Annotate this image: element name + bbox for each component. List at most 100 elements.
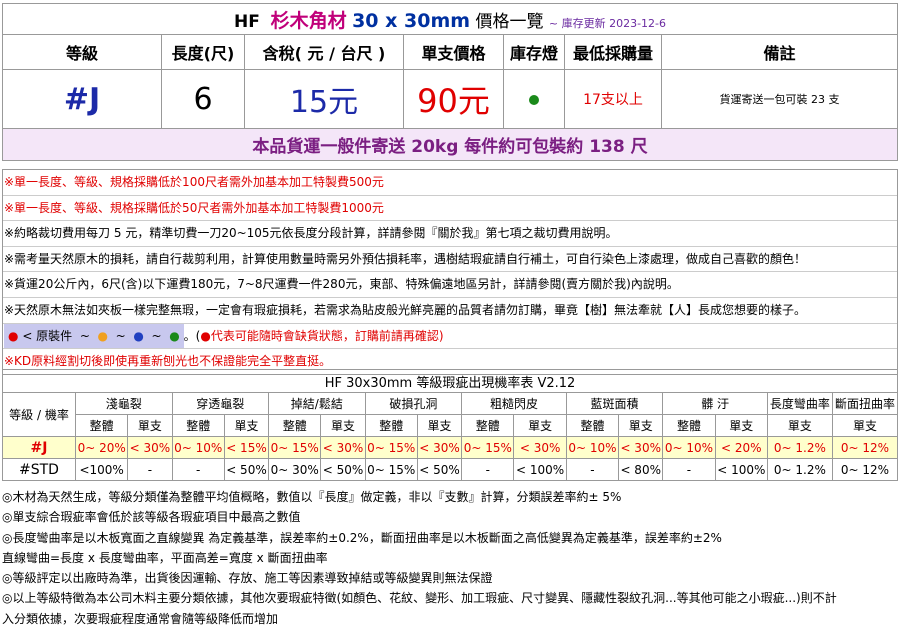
table-cell: 0~ 10%	[662, 436, 716, 459]
title-suffix: 價格一覽	[475, 11, 544, 32]
sub-header: 整體	[461, 414, 515, 437]
table-cell: 0~ 30%	[268, 458, 322, 481]
shipping-info: 本品貨運一般件寄送 20kg 每件約可包裝約 138 尺	[2, 128, 898, 161]
footnote-4: 直線彎曲=長度 x 長度彎曲率，平面高差=寬度 x 斷面扭曲率	[2, 550, 328, 565]
table-cell: 0~ 12%	[831, 436, 899, 459]
sub-header-row: 整體 單支 整體 單支 整體 單支 整體 單支 整體 單支 整體 單支 整體 單支 單支 單支	[3, 414, 899, 437]
table-cell: < 50%	[416, 458, 463, 481]
table-cell: < 100%	[513, 458, 567, 481]
table-cell: -	[662, 458, 716, 481]
header-price-per-ft: 含稅( 元 / 台尺 )	[244, 34, 404, 70]
header-stock: 庫存燈	[503, 34, 565, 70]
table-cell: < 30%	[618, 436, 664, 459]
footnotes: ◎木材為天然生成，等級分類僅為整體平均值概略，數值以『長度』做定義，非以『支數』…	[2, 487, 898, 629]
stock-legend: ● < 原裝件 ~ ● ~ ● ~ ● 。(●代表可能隨時會缺貨狀態，訂購前請再…	[3, 323, 897, 350]
defect-table-title: HF 30x30mm 等級瑕疵出現機率表 V2.12	[2, 369, 898, 393]
stock-dot-icon	[529, 94, 539, 105]
min-qty-value: 17支以上	[564, 69, 662, 129]
legend-label: < 原裝件	[22, 328, 73, 343]
legend-sep-3: ~	[151, 328, 162, 343]
legend-sep-2: ~	[115, 328, 126, 343]
brand: HF	[234, 11, 260, 32]
price-table: HF 杉木角材 30 x 30mm 價格一覽 ~ 庫存更新 2023-12-6 …	[2, 3, 898, 161]
group-4: 粗糙閃皮	[461, 392, 567, 415]
sub-header: 單支	[831, 414, 899, 437]
header-remark: 備註	[661, 34, 898, 70]
sub-header: 整體	[74, 414, 129, 437]
group-5: 藍斑面積	[565, 392, 664, 415]
footnote-1: ◎木材為天然生成，等級分類僅為整體平均值概略，數值以『長度』做定義，非以『支數』…	[2, 490, 622, 504]
sub-header: 單支	[513, 414, 567, 437]
page: HF 杉木角材 30 x 30mm 價格一覽 ~ 庫存更新 2023-12-6 …	[0, 0, 900, 631]
sub-header: 單支	[618, 414, 664, 437]
green-dot-icon: ●	[169, 328, 180, 343]
legend-swatch: ● < 原裝件 ~ ● ~ ● ~ ●	[4, 323, 184, 348]
table-cell: 0~ 15%	[461, 436, 515, 459]
group-0: 淺龜裂	[75, 392, 173, 415]
footnote-5: ◎等級評定以出廠時為準，出貨後因運輸、存放、施工等因素導致掉結或等級變異則無法保…	[2, 571, 493, 586]
notes-box: ※單一長度、等級、規格採購低於100尺者需外加基本加工特製費500元 ※單一長度…	[2, 169, 898, 375]
row-grade: #J	[2, 436, 76, 459]
note-1: ※單一長度、等級、規格採購低於100尺者需外加基本加工特製費500元	[3, 170, 897, 196]
product-name: 杉木角材	[270, 9, 347, 32]
note-3: ※約略裁切費用每刀 5 元，精準切費一刀20~105元依長度分段計算，詳請參閱『…	[3, 221, 897, 247]
sub-header: 整體	[662, 414, 716, 437]
defect-table: HF 30x30mm 等級瑕疵出現機率表 V2.12 等級 / 機率 淺龜裂 穿…	[2, 369, 899, 481]
table-cell: -	[565, 458, 620, 481]
header-grade: 等級	[2, 34, 162, 70]
table-cell: <100%	[74, 458, 129, 481]
table-cell: -	[461, 458, 515, 481]
note-5: ※貨運20公斤內，6尺(含)以下運費180元，7~8尺運費一件280元，東部、特…	[3, 272, 897, 298]
table-cell: < 15%	[223, 436, 270, 459]
legend-red-icon: ●	[200, 328, 211, 343]
header-length: 長度(尺)	[161, 34, 245, 70]
sub-header: 整體	[364, 414, 418, 437]
header-min-qty: 最低採購量	[564, 34, 662, 70]
table-cell: 0~ 15%	[364, 436, 418, 459]
group-6: 髒 汙	[662, 392, 768, 415]
table-cell: 0~ 1.2%	[766, 458, 833, 481]
table-cell: 0~ 1.2%	[766, 436, 833, 459]
table-cell: < 30%	[513, 436, 567, 459]
table-cell: 0~ 10%	[565, 436, 620, 459]
sub-header: 整體	[565, 414, 620, 437]
table-cell: < 50%	[320, 458, 366, 481]
grade-value: #J	[2, 69, 162, 129]
sub-header: 單支	[127, 414, 173, 437]
stock-light	[503, 69, 565, 129]
product-size: 30 x 30mm	[352, 9, 471, 32]
table-cell: < 100%	[714, 458, 768, 481]
group-8: 斷面扭曲率	[831, 392, 899, 415]
table-cell: < 80%	[618, 458, 664, 481]
footnote-6: ◎以上等級特徵為本公司木料主要分類依據，其他次要瑕疵特徵(如顏色、花紋、變形、加…	[2, 591, 837, 606]
table-cell: < 20%	[714, 436, 768, 459]
update-date: ~ 庫存更新 2023-12-6	[548, 16, 666, 30]
sub-header: 單支	[320, 414, 366, 437]
table-cell: 0~ 15%	[364, 458, 418, 481]
sub-header: 整體	[171, 414, 225, 437]
legend-sep-1: ~	[79, 328, 90, 343]
table-cell: -	[171, 458, 225, 481]
group-7: 長度彎曲率	[766, 392, 833, 415]
group-3: 破損孔洞	[364, 392, 463, 415]
sub-header: 單支	[714, 414, 768, 437]
length-value: 6	[161, 69, 245, 129]
table-cell: 0~ 15%	[268, 436, 322, 459]
table-cell: < 30%	[127, 436, 173, 459]
group-2: 掉結/鬆結	[268, 392, 366, 415]
sub-header: 單支	[223, 414, 270, 437]
note-6: ※天然原木無法如夾板一樣完整無瑕，一定會有瑕疵損耗，若需求為貼皮般光鮮亮麗的品質…	[3, 298, 897, 324]
table-cell: < 50%	[223, 458, 270, 481]
legend-note: 代表可能隨時會缺貨狀態，訂購前請再確認)	[210, 328, 444, 343]
orange-dot-icon: ●	[97, 328, 109, 343]
footnote-7: 入分類依據，次要瑕疵程度通常會隨等級降低而增加	[2, 611, 279, 626]
sub-header: 單支	[766, 414, 833, 437]
footnote-2: ◎單支綜合瑕疵率會低於該等級各瑕疵項目中最高之數值	[2, 510, 301, 525]
footnote-3: ◎長度彎曲率是以木板寬面之直線變異 為定義基準，誤差率約±0.2%，斷面扭曲率是…	[2, 530, 722, 545]
page-title: HF 杉木角材 30 x 30mm 價格一覽 ~ 庫存更新 2023-12-6	[2, 3, 898, 35]
table-cell: 0~ 10%	[171, 436, 225, 459]
blue-dot-icon: ●	[133, 328, 144, 343]
note-2: ※單一長度、等級、規格採購低於50尺者需外加基本加工特製費1000元	[3, 196, 897, 222]
header-unit-price: 單支價格	[403, 34, 504, 70]
note-4: ※需考量天然原木的損耗，請自行裁剪利用，計算使用數量時需另外預估損耗率，遇樹結瑕…	[3, 247, 897, 273]
